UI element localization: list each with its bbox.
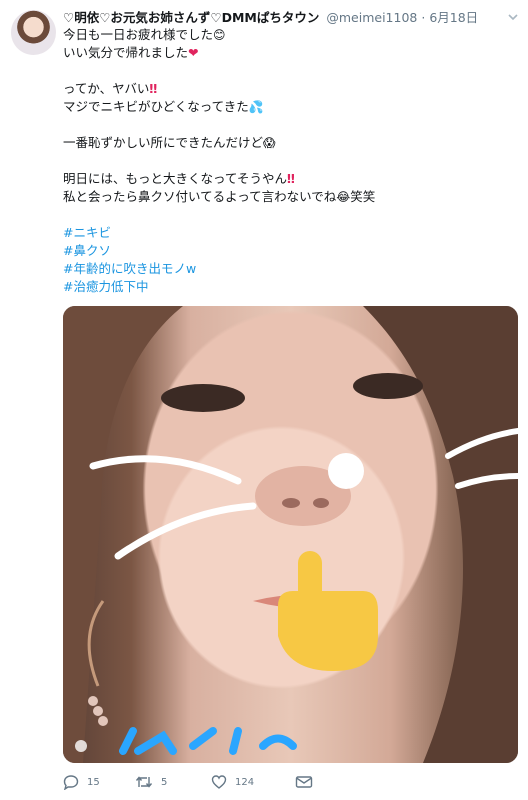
tweet-line: ってか、ヤバい [63, 81, 150, 96]
tweet-line: 今日も一日お疲れ様でした [63, 27, 214, 42]
dm-button[interactable] [295, 772, 313, 792]
whisker-left-1 [89, 455, 242, 485]
pointing-hand-icon [278, 551, 378, 671]
tweet-line: 明日には、もっと大きくなってそうやん [63, 171, 288, 186]
right-eye [353, 373, 423, 399]
nose-sticker [328, 453, 364, 489]
hashtag-link[interactable]: #年齢的に吹き出モノw [63, 261, 196, 276]
separator-dot: · [421, 10, 426, 25]
caret-down-icon[interactable] [506, 10, 520, 24]
like-icon [211, 775, 227, 789]
alt-icon [75, 740, 87, 752]
sweat-emoji-icon: 💦 [248, 100, 264, 114]
retweet-count: 5 [161, 776, 168, 788]
tweet-line: マジでニキビがひどくなってきた [63, 99, 249, 114]
heart-emoji-icon: ❤ [188, 45, 199, 60]
double-exclaim-icon: ‼ [287, 171, 295, 186]
hashtag-link[interactable]: #鼻クソ [63, 243, 111, 258]
tweet-text: 今日も一日お疲れ様でした😊 いい気分で帰れました❤ ってか、ヤバい‼ マジでニキ… [63, 26, 518, 296]
sticker-scribble [119, 727, 297, 755]
scream-emoji-icon: 😱 [263, 136, 276, 150]
tweet-line: いい気分で帰れました [63, 45, 189, 60]
tweet-line-suffix: 笑笑 [350, 189, 376, 204]
like-count: 124 [235, 776, 255, 788]
hashtag-link[interactable]: #治癒力低下中 [63, 279, 148, 294]
double-exclaim-icon: ‼ [149, 81, 158, 96]
reply-icon [63, 775, 79, 790]
retweet-icon [135, 776, 153, 788]
tweet: ♡明依♡お元気お姉さんず♡DMMぱちタウン @meimei1108 · 6月18… [0, 0, 528, 800]
display-name[interactable]: ♡明依♡お元気お姉さんず♡DMMぱちタウン [63, 10, 319, 25]
tweet-date[interactable]: 6月18日 [429, 10, 478, 25]
laugh-emoji-icon: 😂 [336, 190, 351, 204]
tweet-line: 一番恥ずかしい所にできたんだけど [63, 135, 264, 150]
tweet-actions: 15 5 124 [63, 772, 518, 794]
like-button[interactable]: 124 [211, 772, 254, 792]
whisker-left-2 [114, 502, 257, 560]
reply-count: 15 [87, 776, 100, 788]
dm-icon [295, 776, 313, 788]
tweet-line: 私と会ったら鼻クソ付いてるよって言わないでね [63, 189, 337, 204]
avatar[interactable] [11, 10, 56, 55]
tweet-photo[interactable] [63, 306, 518, 763]
hair-left [63, 306, 183, 763]
retweet-button[interactable]: 5 [135, 772, 167, 792]
hashtag-link[interactable]: #ニキビ [63, 225, 111, 240]
smile-emoji-icon: 😊 [213, 28, 226, 42]
user-handle[interactable]: @meimei1108 [326, 10, 417, 25]
photo-illustration [63, 306, 518, 763]
left-eye [161, 384, 245, 412]
reply-button[interactable]: 15 [63, 772, 100, 792]
